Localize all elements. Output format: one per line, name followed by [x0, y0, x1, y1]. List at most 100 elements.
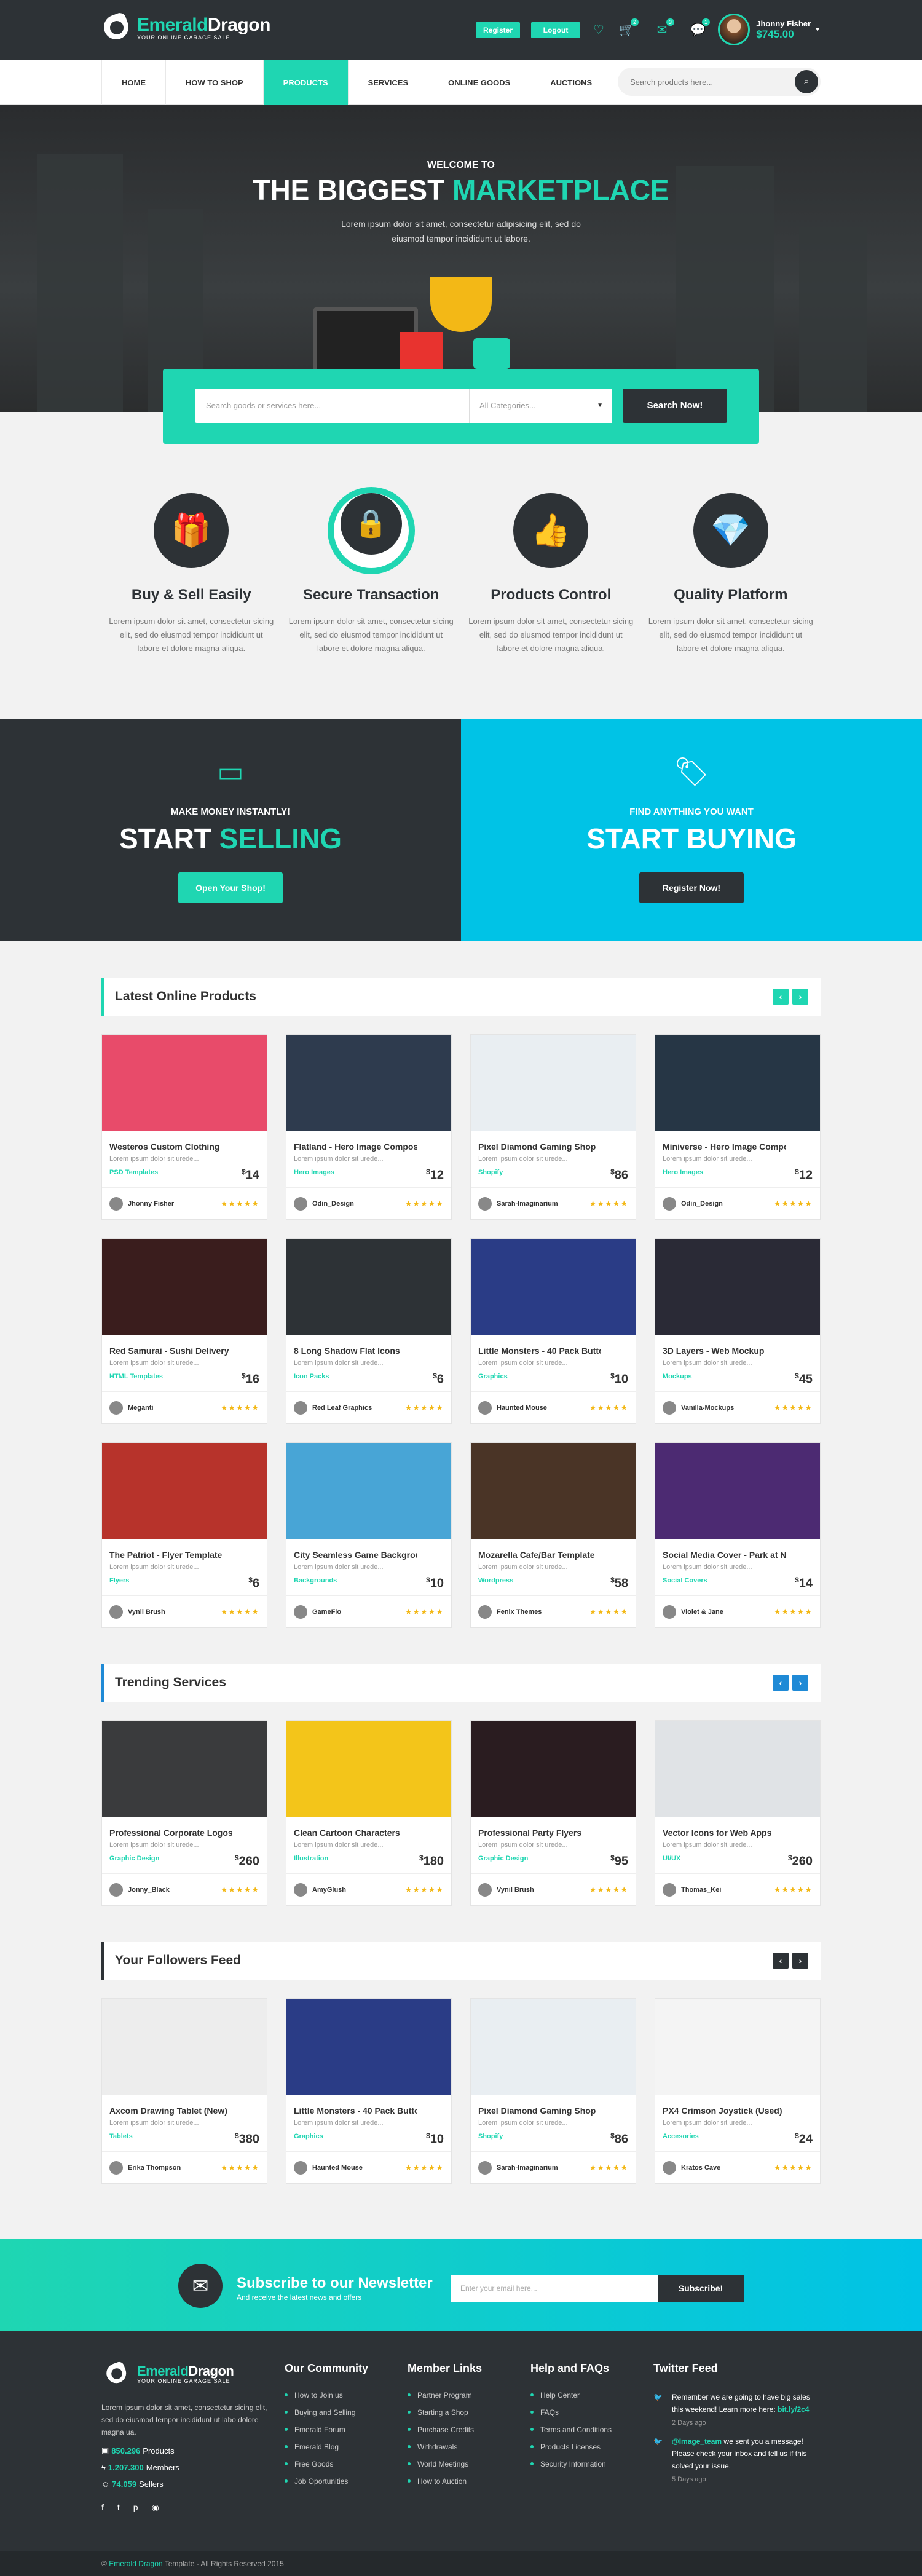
footer-link[interactable]: FAQs [530, 2408, 612, 2417]
avatar[interactable] [663, 1605, 676, 1619]
prev-arrow-icon[interactable]: ‹ [773, 1675, 789, 1691]
product-title[interactable]: Little Monsters - 40 Pack Button... [478, 1346, 601, 1356]
product-thumbnail[interactable] [102, 1239, 267, 1335]
product-author[interactable]: Odin_Design [681, 1200, 774, 1207]
product-card[interactable]: Professional Corporate Logos Lorem ipsum … [101, 1720, 267, 1906]
product-title[interactable]: The Patriot - Flyer Template [109, 1550, 232, 1560]
product-title[interactable]: Professional Corporate Logos [109, 1828, 232, 1838]
product-title[interactable]: Westeros Custom Clothing [109, 1142, 232, 1152]
product-author[interactable]: Thomas_Kei [681, 1886, 774, 1894]
product-author[interactable]: Jonny_Black [128, 1886, 221, 1894]
product-title[interactable]: PX4 Crimson Joystick (Used) [663, 2106, 786, 2116]
product-title[interactable]: City Seamless Game Background [294, 1550, 417, 1560]
product-thumbnail[interactable] [286, 1999, 451, 2095]
avatar[interactable] [663, 1401, 676, 1415]
rss-icon[interactable]: ◉ [152, 2502, 159, 2513]
footer-link[interactable]: Job Oportunities [285, 2477, 368, 2486]
product-card[interactable]: Flatland - Hero Image Composer Lorem ipsu… [286, 1034, 452, 1220]
product-author[interactable]: Vynil Brush [497, 1886, 589, 1894]
product-author[interactable]: Sarah-Imaginarium [497, 1200, 589, 1207]
avatar[interactable] [294, 1605, 307, 1619]
product-thumbnail[interactable] [471, 1999, 636, 2095]
product-title[interactable]: Pixel Diamond Gaming Shop [478, 2106, 601, 2116]
logout-button[interactable]: Logout [531, 22, 580, 38]
avatar[interactable] [294, 2160, 307, 2175]
product-thumbnail[interactable] [286, 1239, 451, 1335]
category-select[interactable]: All Categories... ▼ [469, 389, 612, 423]
product-thumbnail[interactable] [471, 1443, 636, 1539]
product-card[interactable]: The Patriot - Flyer Template Lorem ipsum … [101, 1442, 267, 1628]
product-title[interactable]: Flatland - Hero Image Composer [294, 1142, 417, 1152]
search-icon[interactable]: ⌕ [795, 70, 818, 93]
product-author[interactable]: Odin_Design [312, 1200, 405, 1207]
notification-icon[interactable]: 💬 1 [690, 18, 710, 37]
product-thumbnail[interactable] [471, 1721, 636, 1817]
avatar[interactable] [294, 1401, 307, 1415]
product-card[interactable]: Pixel Diamond Gaming Shop Lorem ipsum dol… [470, 1034, 636, 1220]
product-category[interactable]: Icon Packs [294, 1373, 451, 1380]
footer-link[interactable]: Help Center [530, 2391, 612, 2400]
avatar[interactable] [663, 1196, 676, 1211]
product-card[interactable]: Miniverse - Hero Image Composer Lorem ips… [655, 1034, 821, 1220]
product-card[interactable]: 8 Long Shadow Flat Icons Lorem ipsum dolo… [286, 1238, 452, 1424]
product-card[interactable]: Red Samurai - Sushi Delivery Lorem ipsum … [101, 1238, 267, 1424]
product-title[interactable]: Social Media Cover - Park at Night [663, 1550, 786, 1560]
avatar[interactable] [109, 1605, 123, 1619]
heart-icon[interactable]: ♡ [591, 22, 606, 37]
product-thumbnail[interactable] [655, 1443, 820, 1539]
product-author[interactable]: Fenix Themes [497, 1608, 589, 1616]
product-author[interactable]: Erika Thompson [128, 2164, 221, 2171]
nav-products[interactable]: PRODUCTS [262, 60, 348, 105]
product-thumbnail[interactable] [471, 1239, 636, 1335]
open-shop-button[interactable]: Open Your Shop! [178, 872, 283, 903]
cart-icon[interactable]: 🛒 2 [619, 18, 639, 37]
product-thumbnail[interactable] [102, 1721, 267, 1817]
logo[interactable]: EmeraldDragon YOUR ONLINE GARAGE SALE [100, 11, 270, 44]
twitter-icon[interactable]: t [117, 2502, 120, 2513]
next-arrow-icon[interactable]: › [792, 1953, 808, 1969]
footer-logo[interactable]: EmeraldDragon YOUR ONLINE GARAGE SALE [101, 2357, 267, 2390]
pinterest-icon[interactable]: p [133, 2502, 138, 2513]
avatar[interactable] [109, 1196, 123, 1211]
nav-search-input[interactable] [630, 77, 778, 87]
footer-link[interactable]: Buying and Selling [285, 2408, 368, 2417]
footer-link[interactable]: Free Goods [285, 2460, 368, 2468]
product-thumbnail[interactable] [102, 1999, 267, 2095]
product-author[interactable]: Haunted Mouse [497, 1404, 589, 1412]
product-card[interactable]: City Seamless Game Background Lorem ipsum… [286, 1442, 452, 1628]
footer-link[interactable]: World Meetings [408, 2460, 482, 2468]
prev-arrow-icon[interactable]: ‹ [773, 989, 789, 1005]
footer-link[interactable]: Products Licenses [530, 2443, 612, 2451]
avatar[interactable] [109, 2160, 123, 2175]
nav-auctions[interactable]: AUCTIONS [530, 60, 613, 105]
product-category[interactable]: Flyers [109, 1577, 267, 1584]
product-author[interactable]: Sarah-Imaginarium [497, 2164, 589, 2171]
avatar[interactable] [109, 1883, 123, 1897]
product-title[interactable]: Pixel Diamond Gaming Shop [478, 1142, 601, 1152]
product-title[interactable]: Little Monsters - 40 Pack Button... [294, 2106, 417, 2116]
product-title[interactable]: 3D Layers - Web Mockup [663, 1346, 786, 1356]
product-title[interactable]: Axcom Drawing Tablet (New) [109, 2106, 232, 2116]
avatar[interactable] [663, 2160, 676, 2175]
avatar[interactable] [663, 1883, 676, 1897]
product-card[interactable]: Westeros Custom Clothing Lorem ipsum dolo… [101, 1034, 267, 1220]
product-title[interactable]: Vector Icons for Web Apps [663, 1828, 786, 1838]
next-arrow-icon[interactable]: › [792, 989, 808, 1005]
product-title[interactable]: Miniverse - Hero Image Composer [663, 1142, 786, 1152]
product-thumbnail[interactable] [655, 1721, 820, 1817]
product-card[interactable]: Little Monsters - 40 Pack Button... Lorem… [286, 1998, 452, 2184]
footer-link[interactable]: Starting a Shop [408, 2408, 482, 2417]
avatar[interactable] [109, 1401, 123, 1415]
product-thumbnail[interactable] [286, 1443, 451, 1539]
tweet-handle[interactable]: @Image_team [672, 2437, 722, 2446]
product-author[interactable]: Jhonny Fisher [128, 1200, 221, 1207]
product-author[interactable]: AmyGlush [312, 1886, 405, 1894]
tweet-link[interactable]: bit.ly/2c4 [778, 2405, 809, 2414]
footer-link[interactable]: Emerald Forum [285, 2425, 368, 2434]
register-button[interactable]: Register [476, 22, 520, 38]
product-author[interactable]: Red Leaf Graphics [312, 1404, 405, 1412]
product-thumbnail[interactable] [471, 1035, 636, 1131]
product-card[interactable]: Vector Icons for Web Apps Lorem ipsum dol… [655, 1720, 821, 1906]
nav-home[interactable]: HOME [101, 60, 165, 105]
prev-arrow-icon[interactable]: ‹ [773, 1953, 789, 1969]
